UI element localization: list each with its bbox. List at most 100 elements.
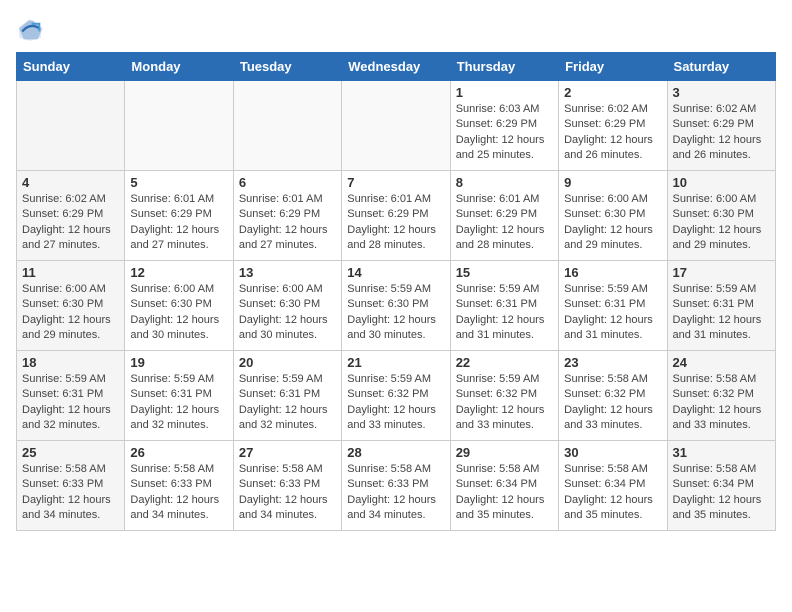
calendar-cell: 5Sunrise: 6:01 AM Sunset: 6:29 PM Daylig… [125, 171, 233, 261]
calendar-cell: 8 Sunrise: 6:01 AM Sunset: 6:29 PM Daylig… [450, 171, 558, 261]
calendar-cell: 7 Sunrise: 6:01 AM Sunset: 6:29 PM Daylig… [342, 171, 450, 261]
day-info: Sunrise: 5:58 AM Sunset: 6:34 PM Dayligh… [673, 462, 770, 524]
day-number: 25 [22, 445, 119, 460]
calendar-cell: 13 Sunrise: 6:00 AM Sunset: 6:30 PM Dayli… [233, 261, 341, 351]
day-info: Sunrise: 5:59 AM Sunset: 6:31 PM Dayligh… [673, 282, 770, 344]
calendar-cell: 19Sunrise: 5:59 AM Sunset: 6:31 PM Dayli… [125, 351, 233, 441]
calendar-cell: 28 Sunrise: 5:58 AM Sunset: 6:33 PM Dayli… [342, 441, 450, 531]
calendar-cell: 29 Sunrise: 5:58 AM Sunset: 6:34 PM Dayli… [450, 441, 558, 531]
weekday-header-thursday: Thursday [450, 53, 558, 81]
day-info: Sunrise: 6:01 AM Sunset: 6:29 PM Dayligh… [347, 192, 444, 254]
day-info: Sunrise: 5:59 AM Sunset: 6:30 PM Dayligh… [347, 282, 444, 344]
calendar-cell: 12 Sunrise: 6:00 AM Sunset: 6:30 PM Dayli… [125, 261, 233, 351]
day-info: Sunrise: 5:58 AM Sunset: 6:34 PM Dayligh… [564, 462, 661, 524]
day-number: 12 [130, 265, 227, 280]
day-number: 15 [456, 265, 553, 280]
calendar-cell: 6Sunrise: 6:01 AM Sunset: 6:29 PM Daylig… [233, 171, 341, 261]
calendar-cell: 15 Sunrise: 5:59 AM Sunset: 6:31 PM Dayli… [450, 261, 558, 351]
day-number: 14 [347, 265, 444, 280]
day-info: Sunrise: 5:59 AM Sunset: 6:31 PM Dayligh… [22, 372, 119, 434]
calendar-cell: 20 Sunrise: 5:59 AM Sunset: 6:31 PM Dayli… [233, 351, 341, 441]
day-number: 3 [673, 85, 770, 100]
weekday-header-friday: Friday [559, 53, 667, 81]
day-info: Sunrise: 6:00 AM Sunset: 6:30 PM Dayligh… [22, 282, 119, 344]
day-info: Sunrise: 5:59 AM Sunset: 6:31 PM Dayligh… [239, 372, 336, 434]
weekday-header-row: SundayMondayTuesdayWednesdayThursdayFrid… [17, 53, 776, 81]
calendar-cell [342, 81, 450, 171]
day-number: 10 [673, 175, 770, 190]
day-number: 11 [22, 265, 119, 280]
day-info: Sunrise: 5:58 AM Sunset: 6:32 PM Dayligh… [564, 372, 661, 434]
calendar-cell: 25 Sunrise: 5:58 AM Sunset: 6:33 PM Dayli… [17, 441, 125, 531]
calendar-cell: 17 Sunrise: 5:59 AM Sunset: 6:31 PM Dayli… [667, 261, 775, 351]
day-number: 18 [22, 355, 119, 370]
day-number: 21 [347, 355, 444, 370]
weekday-header-wednesday: Wednesday [342, 53, 450, 81]
calendar-week-row: 11 Sunrise: 6:00 AM Sunset: 6:30 PM Dayli… [17, 261, 776, 351]
day-info: Sunrise: 6:00 AM Sunset: 6:30 PM Dayligh… [130, 282, 227, 344]
calendar-cell: 16Sunrise: 5:59 AM Sunset: 6:31 PM Dayli… [559, 261, 667, 351]
weekday-header-monday: Monday [125, 53, 233, 81]
calendar-cell: 18 Sunrise: 5:59 AM Sunset: 6:31 PM Dayli… [17, 351, 125, 441]
calendar-cell [125, 81, 233, 171]
day-number: 1 [456, 85, 553, 100]
day-info: Sunrise: 5:58 AM Sunset: 6:33 PM Dayligh… [347, 462, 444, 524]
day-number: 13 [239, 265, 336, 280]
day-info: Sunrise: 5:58 AM Sunset: 6:33 PM Dayligh… [130, 462, 227, 524]
day-info: Sunrise: 6:01 AM Sunset: 6:29 PM Dayligh… [456, 192, 553, 254]
day-number: 7 [347, 175, 444, 190]
weekday-header-tuesday: Tuesday [233, 53, 341, 81]
calendar-cell: 21 Sunrise: 5:59 AM Sunset: 6:32 PM Dayli… [342, 351, 450, 441]
day-info: Sunrise: 6:02 AM Sunset: 6:29 PM Dayligh… [564, 102, 661, 164]
day-number: 6 [239, 175, 336, 190]
calendar-week-row: 25 Sunrise: 5:58 AM Sunset: 6:33 PM Dayli… [17, 441, 776, 531]
day-info: Sunrise: 5:59 AM Sunset: 6:32 PM Dayligh… [456, 372, 553, 434]
calendar-cell: 9Sunrise: 6:00 AM Sunset: 6:30 PM Daylig… [559, 171, 667, 261]
calendar-cell: 24 Sunrise: 5:58 AM Sunset: 6:32 PM Dayli… [667, 351, 775, 441]
day-number: 23 [564, 355, 661, 370]
day-info: Sunrise: 5:58 AM Sunset: 6:33 PM Dayligh… [22, 462, 119, 524]
day-info: Sunrise: 5:58 AM Sunset: 6:32 PM Dayligh… [673, 372, 770, 434]
day-number: 16 [564, 265, 661, 280]
day-info: Sunrise: 6:02 AM Sunset: 6:29 PM Dayligh… [22, 192, 119, 254]
calendar-cell: 3Sunrise: 6:02 AM Sunset: 6:29 PM Daylig… [667, 81, 775, 171]
calendar-week-row: 1 Sunrise: 6:03 AM Sunset: 6:29 PM Daylig… [17, 81, 776, 171]
day-number: 2 [564, 85, 661, 100]
calendar-cell: 14 Sunrise: 5:59 AM Sunset: 6:30 PM Dayli… [342, 261, 450, 351]
day-info: Sunrise: 6:01 AM Sunset: 6:29 PM Dayligh… [130, 192, 227, 254]
day-number: 29 [456, 445, 553, 460]
day-number: 30 [564, 445, 661, 460]
day-number: 28 [347, 445, 444, 460]
logo-icon [16, 16, 44, 44]
calendar-week-row: 18 Sunrise: 5:59 AM Sunset: 6:31 PM Dayli… [17, 351, 776, 441]
day-info: Sunrise: 5:59 AM Sunset: 6:32 PM Dayligh… [347, 372, 444, 434]
day-info: Sunrise: 6:00 AM Sunset: 6:30 PM Dayligh… [239, 282, 336, 344]
day-info: Sunrise: 6:03 AM Sunset: 6:29 PM Dayligh… [456, 102, 553, 164]
day-number: 19 [130, 355, 227, 370]
calendar-cell: 23 Sunrise: 5:58 AM Sunset: 6:32 PM Dayli… [559, 351, 667, 441]
calendar-cell: 22Sunrise: 5:59 AM Sunset: 6:32 PM Dayli… [450, 351, 558, 441]
weekday-header-sunday: Sunday [17, 53, 125, 81]
day-number: 20 [239, 355, 336, 370]
calendar-cell [17, 81, 125, 171]
day-number: 24 [673, 355, 770, 370]
day-info: Sunrise: 5:59 AM Sunset: 6:31 PM Dayligh… [456, 282, 553, 344]
calendar-cell: 27 Sunrise: 5:58 AM Sunset: 6:33 PM Dayli… [233, 441, 341, 531]
day-number: 31 [673, 445, 770, 460]
logo [16, 16, 48, 44]
calendar-table: SundayMondayTuesdayWednesdayThursdayFrid… [16, 52, 776, 531]
calendar-week-row: 4Sunrise: 6:02 AM Sunset: 6:29 PM Daylig… [17, 171, 776, 261]
day-info: Sunrise: 5:58 AM Sunset: 6:33 PM Dayligh… [239, 462, 336, 524]
day-info: Sunrise: 5:58 AM Sunset: 6:34 PM Dayligh… [456, 462, 553, 524]
calendar-cell: 2 Sunrise: 6:02 AM Sunset: 6:29 PM Daylig… [559, 81, 667, 171]
day-number: 26 [130, 445, 227, 460]
calendar-cell: 4Sunrise: 6:02 AM Sunset: 6:29 PM Daylig… [17, 171, 125, 261]
calendar-cell: 26 Sunrise: 5:58 AM Sunset: 6:33 PM Dayli… [125, 441, 233, 531]
day-info: Sunrise: 6:00 AM Sunset: 6:30 PM Dayligh… [564, 192, 661, 254]
day-number: 17 [673, 265, 770, 280]
day-number: 8 [456, 175, 553, 190]
weekday-header-saturday: Saturday [667, 53, 775, 81]
calendar-cell [233, 81, 341, 171]
day-info: Sunrise: 6:00 AM Sunset: 6:30 PM Dayligh… [673, 192, 770, 254]
day-number: 27 [239, 445, 336, 460]
